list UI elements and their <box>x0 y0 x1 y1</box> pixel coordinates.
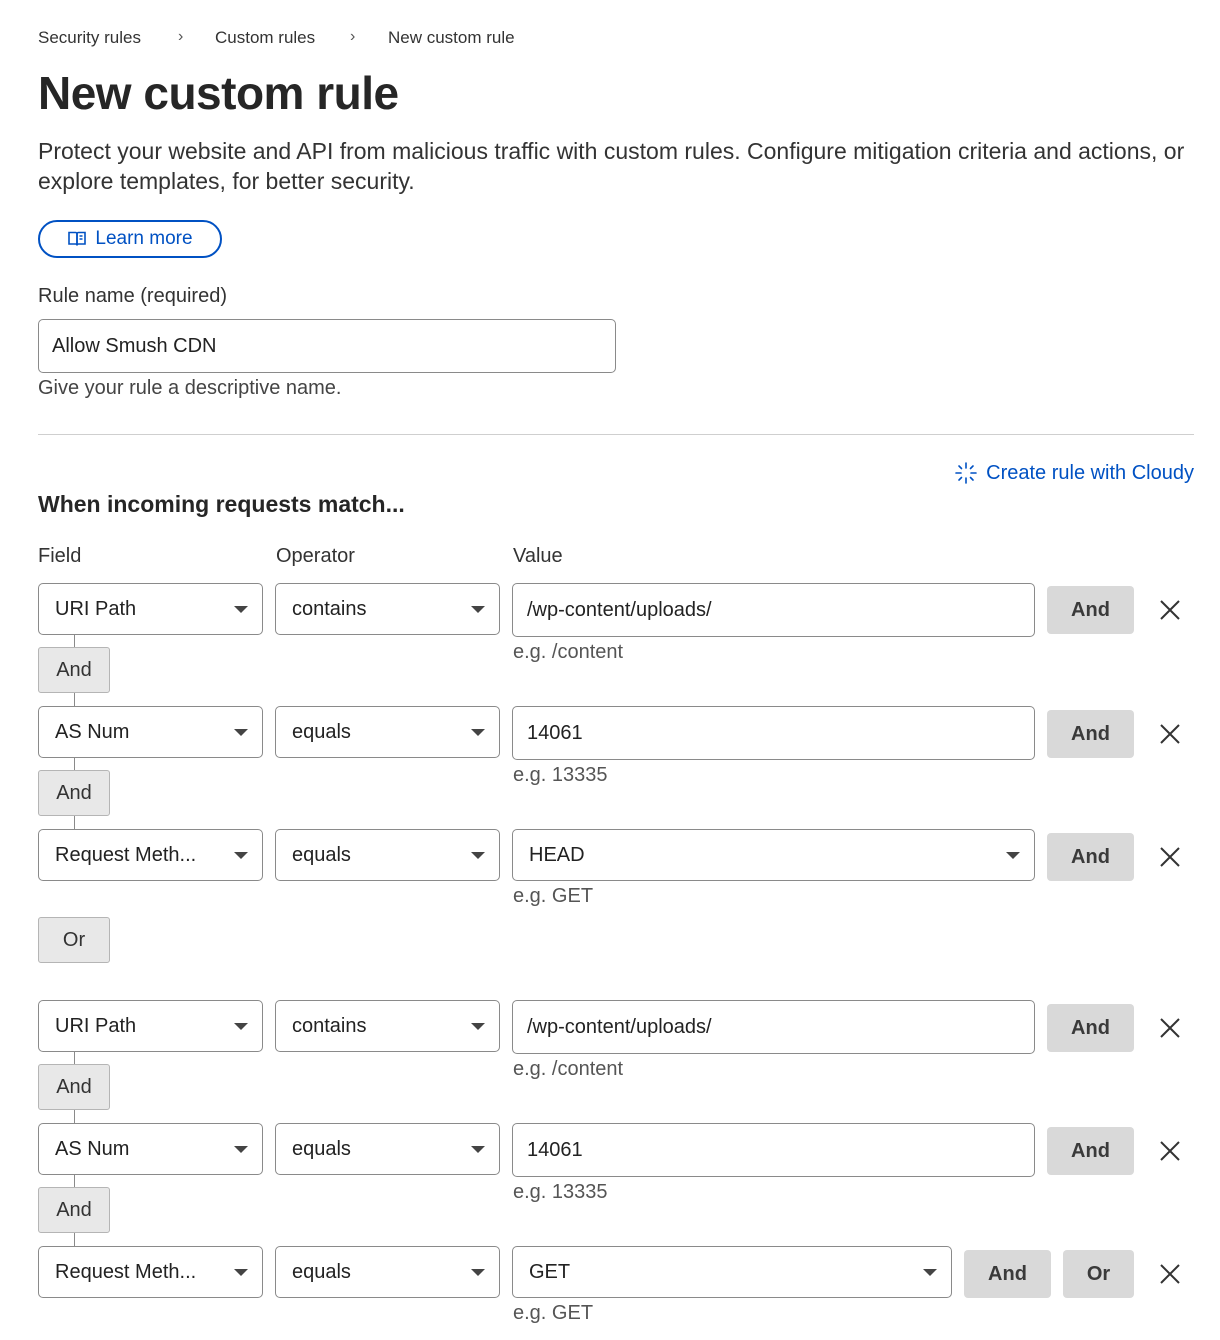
caret-down-icon <box>471 1023 485 1030</box>
rule-name-helper: Give your rule a descriptive name. <box>38 377 342 399</box>
value-input[interactable]: 14061 <box>512 706 1035 760</box>
field-select-value: URI Path <box>55 597 137 620</box>
book-icon <box>67 229 87 249</box>
operator-select[interactable]: equals <box>275 829 500 881</box>
field-select-value: AS Num <box>55 720 130 743</box>
field-select[interactable]: AS Num <box>38 706 263 758</box>
value-input[interactable]: /wp-content/uploads/ <box>512 583 1035 637</box>
value-hint: e.g. GET <box>513 885 594 907</box>
operator-select-value: equals <box>292 1260 351 1283</box>
breadcrumb-custom-rules[interactable]: Custom rules <box>215 28 315 48</box>
operator-select-value: contains <box>292 1014 367 1037</box>
operator-select-value: equals <box>292 843 351 866</box>
value-input[interactable]: /wp-content/uploads/ <box>512 1000 1035 1054</box>
and-button[interactable]: And <box>1047 1004 1134 1052</box>
connector-line <box>74 1051 75 1065</box>
operator-select-value: equals <box>292 1137 351 1160</box>
close-icon[interactable] <box>1158 1139 1182 1163</box>
connector-line <box>74 1174 75 1188</box>
column-header-field: Field <box>38 545 82 567</box>
connector-line <box>74 1110 75 1124</box>
caret-down-icon <box>234 1146 248 1153</box>
or-connector-button[interactable]: Or <box>38 917 110 963</box>
field-select[interactable]: Request Meth... <box>38 829 263 881</box>
operator-select-value: equals <box>292 720 351 743</box>
operator-select-value: contains <box>292 597 367 620</box>
caret-down-icon <box>234 729 248 736</box>
connector-line <box>74 757 75 771</box>
field-select[interactable]: URI Path <box>38 1000 263 1052</box>
learn-more-button[interactable]: Learn more <box>38 220 222 258</box>
column-header-value: Value <box>513 545 563 567</box>
value-select-value: HEAD <box>529 843 585 866</box>
field-select-value: URI Path <box>55 1014 137 1037</box>
value-input[interactable]: 14061 <box>512 1123 1035 1177</box>
and-button[interactable]: And <box>1047 833 1134 881</box>
breadcrumb-separator: › <box>178 28 184 45</box>
sparkle-icon <box>954 461 978 485</box>
field-select-value: Request Meth... <box>55 1260 197 1283</box>
close-icon[interactable] <box>1158 722 1182 746</box>
learn-more-label: Learn more <box>95 228 193 249</box>
and-button[interactable]: And <box>1047 1127 1134 1175</box>
caret-down-icon <box>471 1146 485 1153</box>
and-connector-button[interactable]: And <box>38 647 110 693</box>
caret-down-icon <box>471 606 485 613</box>
field-select[interactable]: AS Num <box>38 1123 263 1175</box>
value-hint: e.g. GET <box>513 1302 594 1324</box>
value-select[interactable]: GET <box>512 1246 952 1298</box>
value-select-value: GET <box>529 1260 571 1283</box>
close-icon[interactable] <box>1158 845 1182 869</box>
connector-line <box>74 693 75 707</box>
operator-select[interactable]: equals <box>275 1123 500 1175</box>
and-button[interactable]: And <box>1047 586 1134 634</box>
section-heading: When incoming requests match... <box>38 491 405 517</box>
cloudy-link-label: Create rule with Cloudy <box>986 461 1194 484</box>
column-header-operator: Operator <box>276 545 355 567</box>
value-hint: e.g. 13335 <box>513 1181 608 1203</box>
and-button[interactable]: And <box>1047 710 1134 758</box>
and-connector-button[interactable]: And <box>38 770 110 816</box>
caret-down-icon <box>923 1269 937 1276</box>
breadcrumb-current: New custom rule <box>388 28 515 47</box>
connector-line <box>74 634 75 648</box>
caret-down-icon <box>471 852 485 859</box>
caret-down-icon <box>471 729 485 736</box>
operator-select[interactable]: contains <box>275 1000 500 1052</box>
operator-select[interactable]: equals <box>275 706 500 758</box>
or-button[interactable]: Or <box>1063 1250 1134 1298</box>
page-description: Protect your website and API from malici… <box>38 138 1185 194</box>
breadcrumb-security-rules[interactable]: Security rules <box>38 28 141 48</box>
caret-down-icon <box>234 1023 248 1030</box>
caret-down-icon <box>471 1269 485 1276</box>
operator-select[interactable]: contains <box>275 583 500 635</box>
connector-line <box>74 1233 75 1247</box>
value-hint: e.g. 13335 <box>513 764 608 786</box>
operator-select[interactable]: equals <box>275 1246 500 1298</box>
caret-down-icon <box>1006 852 1020 859</box>
field-select[interactable]: Request Meth... <box>38 1246 263 1298</box>
close-icon[interactable] <box>1158 598 1182 622</box>
field-select-value: AS Num <box>55 1137 130 1160</box>
close-icon[interactable] <box>1158 1016 1182 1040</box>
breadcrumb-separator: › <box>350 28 356 45</box>
caret-down-icon <box>234 852 248 859</box>
value-select[interactable]: HEAD <box>512 829 1035 881</box>
value-hint: e.g. /content <box>513 641 624 663</box>
connector-line <box>74 816 75 830</box>
and-connector-button[interactable]: And <box>38 1064 110 1110</box>
field-select-value: Request Meth... <box>55 843 197 866</box>
divider <box>38 434 1194 435</box>
close-icon[interactable] <box>1158 1262 1182 1286</box>
caret-down-icon <box>234 606 248 613</box>
value-hint: e.g. /content <box>513 1058 624 1080</box>
create-rule-with-cloudy-link[interactable]: Create rule with Cloudy <box>954 461 1194 485</box>
page-title: New custom rule <box>38 67 399 119</box>
and-connector-button[interactable]: And <box>38 1187 110 1233</box>
and-button[interactable]: And <box>964 1250 1051 1298</box>
field-select[interactable]: URI Path <box>38 583 263 635</box>
caret-down-icon <box>234 1269 248 1276</box>
rule-name-input[interactable]: Allow Smush CDN <box>38 319 616 373</box>
rule-name-label: Rule name (required) <box>38 285 227 307</box>
